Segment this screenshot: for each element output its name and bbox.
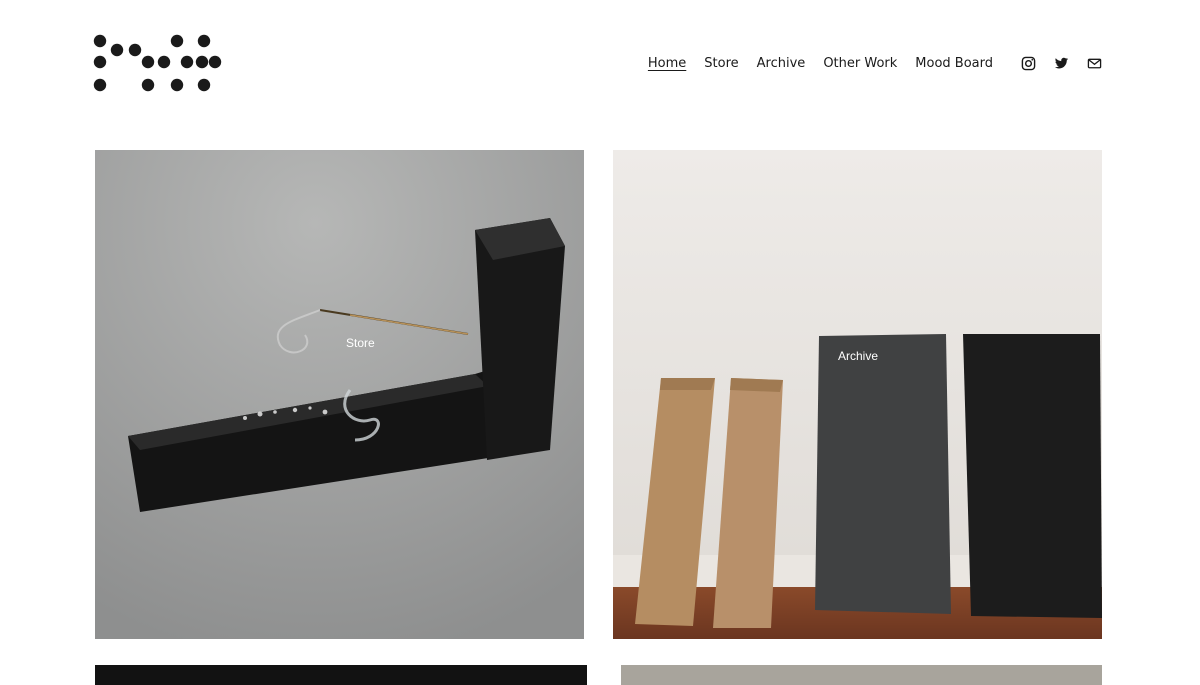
- twitter-icon[interactable]: [1054, 56, 1069, 71]
- gallery-tile-store[interactable]: Store: [95, 150, 584, 639]
- gallery-tile-4[interactable]: [621, 665, 1102, 685]
- tile-label-archive: Archive: [838, 349, 879, 363]
- site-logo[interactable]: [93, 33, 225, 95]
- nav-store[interactable]: Store: [704, 55, 738, 73]
- gallery-tile-3[interactable]: [95, 665, 587, 685]
- tile-label-store: Store: [346, 336, 375, 350]
- gallery-tile-archive[interactable]: Archive: [613, 150, 1102, 639]
- instagram-icon[interactable]: [1021, 56, 1036, 71]
- nav-home[interactable]: Home: [648, 55, 686, 73]
- panels-and-boxes-photo: [613, 150, 1102, 639]
- social-links: [1021, 56, 1102, 71]
- incense-holder-photo: [95, 150, 584, 639]
- nav-archive[interactable]: Archive: [757, 55, 806, 73]
- nav-other-work[interactable]: Other Work: [823, 55, 897, 73]
- mail-icon[interactable]: [1087, 56, 1102, 71]
- nav-mood-board[interactable]: Mood Board: [915, 55, 993, 73]
- main-nav: Home Store Archive Other Work Mood Board: [648, 55, 993, 73]
